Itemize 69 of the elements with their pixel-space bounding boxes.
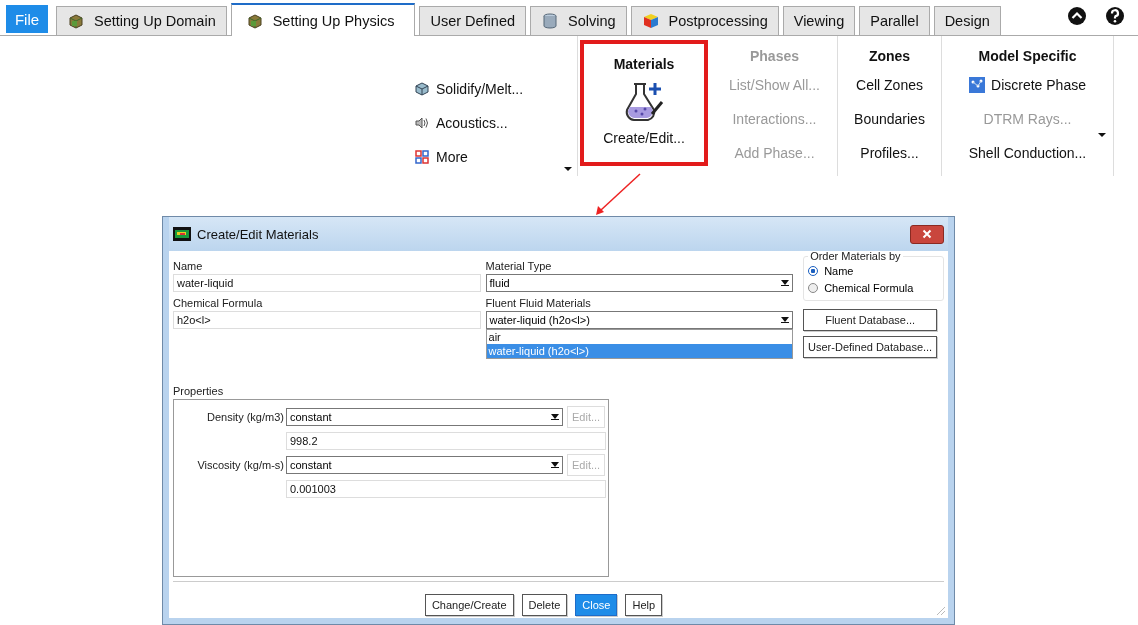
dialog-button[interactable]: Close bbox=[575, 594, 618, 616]
property-value-field[interactable]: 998.2 bbox=[286, 432, 606, 450]
cube-icon bbox=[641, 12, 660, 30]
caret-icon bbox=[551, 462, 559, 468]
ribbon-item[interactable]: Solidify/Melt... bbox=[414, 78, 524, 100]
group-title: Order Materials by bbox=[809, 250, 902, 262]
ribbon-item[interactable]: More bbox=[414, 146, 468, 168]
ribbon-item[interactable]: Cell Zones bbox=[856, 74, 923, 96]
radio-button[interactable] bbox=[808, 265, 819, 276]
app-icon bbox=[173, 227, 191, 241]
ribbon-tab[interactable]: Postprocessing bbox=[630, 6, 779, 35]
ribbon-item[interactable]: Profiles... bbox=[860, 142, 919, 164]
ribbon-tab[interactable]: Design bbox=[933, 6, 1001, 35]
method-dropdown[interactable]: constant bbox=[286, 408, 563, 426]
ribbon-tab[interactable]: User Defined bbox=[419, 6, 527, 35]
create-edit-button[interactable]: Create/Edit... bbox=[599, 78, 689, 148]
help-icon[interactable] bbox=[1105, 6, 1125, 26]
group-title: Model Specific bbox=[978, 48, 1077, 66]
section-title: Properties bbox=[173, 385, 225, 397]
field-label: Material Type bbox=[485, 260, 553, 272]
property-value-field[interactable]: 0.001003 bbox=[286, 480, 606, 498]
cylinder-icon bbox=[541, 12, 560, 30]
close-button[interactable] bbox=[910, 224, 944, 244]
group-title: Phases bbox=[749, 48, 799, 66]
dialog-button[interactable]: Delete bbox=[521, 594, 568, 616]
dialog-title: Create/Edit Materials bbox=[197, 226, 320, 242]
field-label: Chemical Formula bbox=[173, 297, 264, 309]
field-label: Name bbox=[173, 260, 204, 272]
ribbon-item[interactable]: Discrete Phase bbox=[969, 74, 1086, 96]
block-icon bbox=[414, 81, 430, 97]
ribbon-tab[interactable]: Setting Up Domain bbox=[56, 6, 227, 35]
caret-icon[interactable] bbox=[563, 166, 573, 172]
name-field[interactable]: water-liquid bbox=[173, 274, 481, 292]
caret-icon bbox=[781, 280, 790, 286]
caret-icon[interactable] bbox=[1097, 132, 1107, 138]
group-title: Materials bbox=[613, 56, 675, 74]
ribbon-tab[interactable]: Parallel bbox=[859, 6, 930, 35]
ribbon-tab[interactable]: Setting Up Physics bbox=[230, 3, 416, 36]
dialog-button[interactable]: Change/Create bbox=[424, 594, 514, 616]
radio-button[interactable] bbox=[808, 282, 819, 293]
ribbon-item[interactable]: Shell Conduction... bbox=[968, 142, 1087, 164]
ribbon-item[interactable]: Acoustics... bbox=[414, 112, 508, 134]
dropdown-option[interactable]: air bbox=[486, 330, 793, 344]
dialog-button[interactable]: Help bbox=[625, 594, 663, 616]
caret-icon bbox=[551, 414, 559, 420]
grid-icon bbox=[414, 149, 430, 165]
fluent-materials-dropdown[interactable]: water-liquid (h2o<l>) bbox=[485, 311, 794, 329]
method-dropdown[interactable]: constant bbox=[286, 456, 563, 474]
file-tab[interactable]: File bbox=[6, 5, 48, 33]
ribbon-tab[interactable]: Viewing bbox=[782, 6, 856, 35]
formula-field[interactable]: h2o<l> bbox=[173, 311, 481, 329]
property-label: Density (kg/m3) bbox=[205, 411, 284, 423]
close-icon bbox=[922, 229, 932, 239]
database-button[interactable]: Fluent Database... bbox=[803, 309, 938, 331]
group-title: Zones bbox=[868, 48, 911, 66]
property-label: Viscosity (kg/m-s) bbox=[196, 459, 284, 471]
collapse-icon[interactable] bbox=[1067, 6, 1087, 26]
field-label: Fluent Fluid Materials bbox=[485, 297, 592, 309]
speaker-icon bbox=[414, 115, 430, 131]
material-type-dropdown[interactable]: fluid bbox=[485, 274, 794, 292]
mesh-block-icon bbox=[67, 12, 85, 30]
radio-label: Chemical Formula bbox=[824, 281, 914, 294]
caret-icon bbox=[781, 317, 790, 323]
radio-label: Name bbox=[824, 264, 854, 277]
resize-grip-icon[interactable] bbox=[934, 604, 946, 616]
particles-icon bbox=[969, 77, 986, 93]
ribbon-tab[interactable]: Solving bbox=[530, 6, 627, 35]
ribbon-item[interactable]: Boundaries bbox=[854, 108, 925, 130]
database-button[interactable]: User-Defined Database... bbox=[803, 336, 938, 358]
